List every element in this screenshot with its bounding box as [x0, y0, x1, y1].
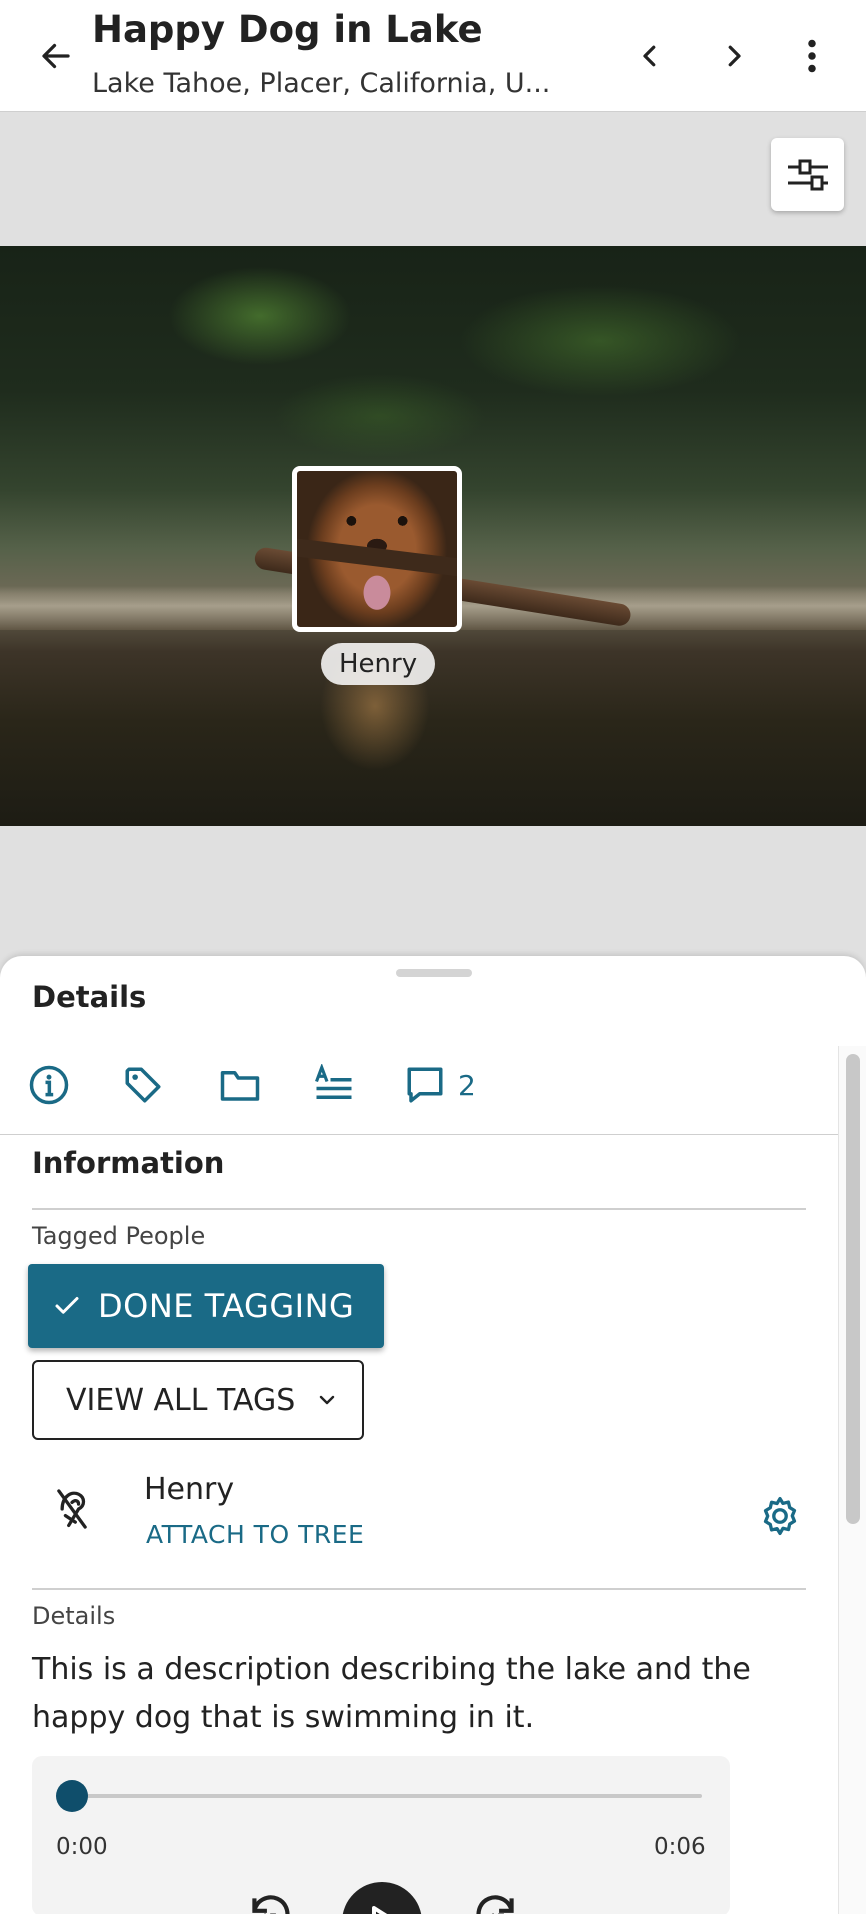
- comment-count-badge: 2: [458, 1068, 476, 1102]
- view-all-tags-label: VIEW ALL TAGS: [66, 1382, 296, 1418]
- rewind-15-icon[interactable]: 15: [244, 1890, 294, 1914]
- play-icon: [372, 1906, 388, 1914]
- chevron-left-icon: [643, 45, 656, 67]
- page-title: Happy Dog in Lake: [92, 8, 483, 51]
- info-icon: [29, 1065, 69, 1105]
- photo-dog-in-lake[interactable]: Henry: [0, 246, 866, 826]
- view-all-tags-button[interactable]: VIEW ALL TAGS: [32, 1360, 364, 1440]
- audio-progress-knob[interactable]: [56, 1780, 88, 1812]
- more-vertical-icon: [808, 39, 816, 73]
- tab-comments[interactable]: 2: [404, 1062, 476, 1108]
- tab-text[interactable]: [312, 1062, 356, 1108]
- sliders-icon: [787, 159, 828, 190]
- drag-handle[interactable]: [396, 969, 472, 977]
- details-panel: Details 2 Information Tagged People DONE…: [0, 956, 866, 1914]
- details-label: Details: [32, 1602, 116, 1630]
- check-icon: [52, 1291, 82, 1321]
- chevron-down-icon: [315, 1388, 339, 1412]
- tab-information[interactable]: [28, 1062, 70, 1108]
- text-icon: [315, 1064, 352, 1099]
- scrollbar-thumb[interactable]: [846, 1054, 860, 1524]
- previous-button[interactable]: [628, 30, 672, 82]
- photo-description: This is a description describing the lak…: [32, 1652, 751, 1735]
- section-divider: [32, 1208, 806, 1210]
- arrow-left-icon: [42, 43, 70, 69]
- section-divider: [32, 1588, 806, 1590]
- tabs-divider: [0, 1134, 840, 1135]
- app-header: Happy Dog in Lake Lake Tahoe, Placer, Ca…: [0, 0, 866, 112]
- done-tagging-button[interactable]: DONE TAGGING: [28, 1264, 384, 1348]
- page-subtitle-location: Lake Tahoe, Placer, California, U...: [92, 68, 551, 99]
- no-tree-icon: [57, 1489, 87, 1529]
- information-heading: Information: [32, 1146, 225, 1180]
- audio-progress-track[interactable]: [72, 1794, 702, 1798]
- tab-tags[interactable]: [122, 1062, 164, 1108]
- tagged-person-name: Henry: [144, 1472, 235, 1507]
- play-button[interactable]: [342, 1882, 422, 1914]
- tagged-people-label: Tagged People: [32, 1222, 206, 1250]
- attach-to-tree-link[interactable]: ATTACH TO TREE: [146, 1520, 364, 1549]
- details-panel-title: Details: [32, 980, 147, 1014]
- forward-15-icon[interactable]: 15: [472, 1890, 522, 1914]
- audio-total-time: 0:06: [654, 1834, 706, 1860]
- folder-icon: [220, 1071, 260, 1101]
- chevron-right-icon: [728, 45, 741, 67]
- face-tag-box[interactable]: [292, 466, 462, 632]
- next-button[interactable]: [712, 30, 756, 82]
- gear-icon[interactable]: [758, 1494, 802, 1538]
- tag-icon: [125, 1067, 161, 1103]
- audio-current-time: 0:00: [56, 1834, 108, 1860]
- back-button[interactable]: [34, 34, 78, 78]
- more-options-button[interactable]: [790, 30, 834, 82]
- photo-adjust-button[interactable]: [771, 138, 844, 211]
- done-tagging-label: DONE TAGGING: [98, 1287, 355, 1325]
- tab-albums[interactable]: [218, 1062, 262, 1108]
- face-tag-label[interactable]: Henry: [321, 643, 436, 685]
- comment-icon: [407, 1067, 443, 1103]
- audio-player: 0:00 0:06 15 15: [32, 1756, 730, 1914]
